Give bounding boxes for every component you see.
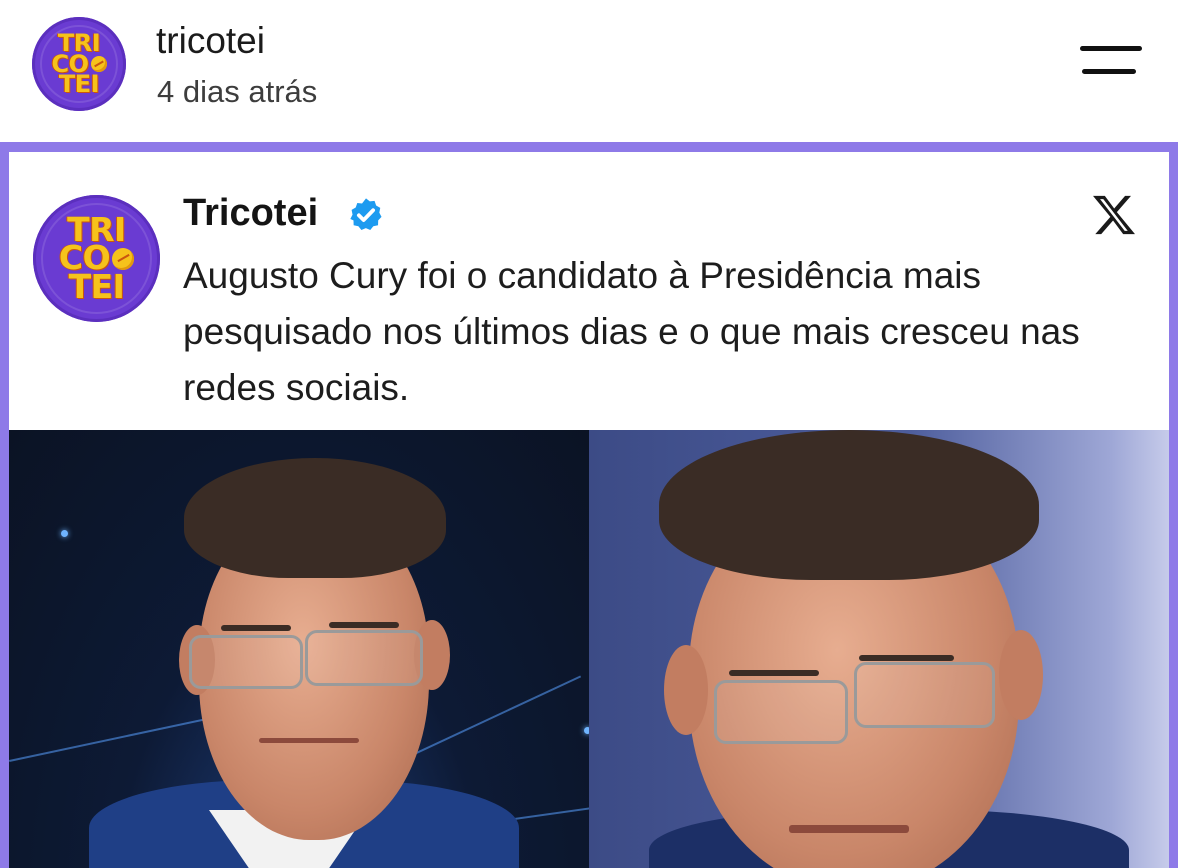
post-media-card[interactable]: TRI CO TEI Tricotei Augusto Cury foi o c… xyxy=(0,142,1178,868)
verified-badge-icon xyxy=(350,198,382,231)
hair xyxy=(184,458,446,578)
glasses-lens-right xyxy=(854,662,995,728)
profile-avatar[interactable]: TRI CO TEI xyxy=(32,17,126,111)
avatar-ring xyxy=(41,203,152,314)
eyebrow xyxy=(859,655,954,661)
photo-right xyxy=(589,430,1169,868)
ear xyxy=(664,645,708,735)
yarn-ball-icon xyxy=(90,56,107,72)
glasses-lens-left xyxy=(189,635,303,689)
menu-button[interactable] xyxy=(1078,42,1144,82)
mouth xyxy=(789,825,909,833)
tweet-screenshot: TRI CO TEI Tricotei Augusto Cury foi o c… xyxy=(9,152,1169,868)
tweet-header: TRI CO TEI Tricotei Augusto Cury foi o c… xyxy=(9,152,1169,430)
post-timestamp: 4 dias atrás xyxy=(157,74,318,109)
glasses-lens-left xyxy=(714,680,848,744)
eyebrow xyxy=(329,622,399,628)
eyebrow xyxy=(221,625,291,631)
tweet-author-name: Tricotei xyxy=(183,192,319,234)
tweet-text: Augusto Cury foi o candidato à Presidênc… xyxy=(183,255,1080,408)
menu-icon-bar-bottom xyxy=(1082,69,1136,74)
person-portrait xyxy=(9,430,589,868)
tweet-photo-collage xyxy=(9,430,1169,868)
tweet-author-avatar: TRI CO TEI xyxy=(33,195,160,322)
photo-left xyxy=(9,430,589,868)
hair xyxy=(659,430,1039,580)
menu-icon-bar-top xyxy=(1080,46,1142,51)
ear xyxy=(999,630,1043,720)
post-header: TRI CO TEI tricotei 4 dias atrás xyxy=(0,0,1178,142)
eyebrow xyxy=(729,670,819,676)
x-logo-icon[interactable] xyxy=(1091,194,1137,236)
person-portrait xyxy=(589,430,1169,868)
post-username[interactable]: tricotei xyxy=(156,20,265,62)
glasses-lens-right xyxy=(305,630,423,686)
yarn-ball-icon xyxy=(112,247,135,270)
mouth xyxy=(259,738,359,743)
